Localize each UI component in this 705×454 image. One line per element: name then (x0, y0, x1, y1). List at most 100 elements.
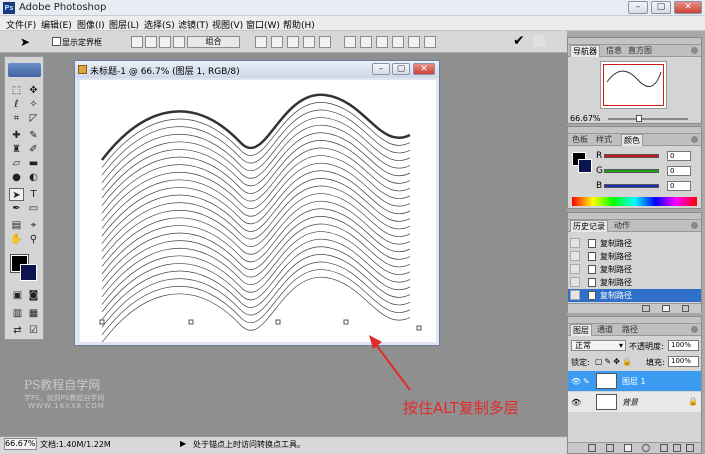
tab-histogram[interactable]: 直方图 (626, 45, 654, 57)
standard-mode-icon[interactable]: ▣ (10, 289, 25, 302)
tab-history[interactable]: 历史记录 (570, 220, 608, 232)
maximize-button[interactable]: ▢ (651, 1, 671, 14)
distribute-6-icon[interactable] (424, 36, 436, 48)
history-item-selected[interactable]: 复制路径 (568, 289, 701, 302)
history-snapshot-box[interactable] (570, 290, 580, 300)
doc-minimize-button[interactable]: – (372, 63, 390, 75)
align-vcenter-icon[interactable] (271, 36, 283, 48)
layer-row-selected[interactable]: 👁 ✎ 图层 1 (568, 371, 701, 391)
trash-icon[interactable] (682, 305, 689, 312)
path-intersect-icon[interactable] (159, 36, 171, 48)
history-item[interactable]: 复制路径 (568, 237, 701, 250)
new-layer-icon[interactable] (673, 444, 681, 452)
screen-mode-icon[interactable]: ▥ (10, 307, 25, 320)
path-subtract-icon[interactable] (145, 36, 157, 48)
brushes-icon[interactable] (533, 35, 545, 47)
menu-view[interactable]: 视图(V) (212, 18, 243, 31)
layer-name[interactable]: 图层 1 (622, 376, 646, 387)
panel-menu-icon[interactable] (691, 222, 698, 229)
shape-tool-icon[interactable]: ▭ (26, 202, 41, 215)
brush-tool-icon[interactable]: ✎ (26, 129, 41, 142)
type-tool-icon[interactable]: T (26, 188, 41, 201)
layer-row[interactable]: 👁 背景 🔒 (568, 392, 701, 412)
eyedropper-icon[interactable]: ⌖ (26, 219, 41, 232)
menu-edit[interactable]: 编辑(E) (41, 18, 72, 31)
lock-icons[interactable]: ▢✎✥🔒 (595, 357, 634, 366)
tab-paths[interactable]: 路径 (620, 324, 640, 336)
new-snapshot-icon[interactable] (662, 305, 670, 312)
color-spectrum-bar[interactable] (572, 197, 697, 206)
move-tool-icon[interactable]: ✥ (26, 84, 41, 97)
align-hcenter-icon[interactable] (319, 36, 331, 48)
tab-info[interactable]: 信息 (604, 45, 624, 57)
zoom-tool-icon[interactable]: ⚲ (26, 233, 41, 246)
tab-swatches[interactable]: 色板 (570, 134, 590, 146)
channel-g-value[interactable]: 0 (667, 166, 691, 176)
slice-tool-icon[interactable]: ◸ (26, 112, 41, 125)
channel-g-slider[interactable] (604, 169, 659, 173)
history-item[interactable]: 复制路径 (568, 263, 701, 276)
eye-icon[interactable]: 👁 (571, 398, 581, 407)
zoom-slider[interactable] (608, 118, 688, 120)
dodge-tool-icon[interactable]: ◐ (26, 171, 41, 184)
path-exclude-icon[interactable] (173, 36, 185, 48)
tab-actions[interactable]: 动作 (612, 220, 632, 232)
marquee-tool-icon[interactable]: ⬚ (9, 84, 24, 97)
panel-menu-icon[interactable] (691, 326, 698, 333)
link-layers-icon[interactable] (588, 444, 596, 452)
menu-file[interactable]: 文件(F) (6, 18, 36, 31)
commit-check-icon[interactable]: ✔ (513, 33, 525, 49)
history-snapshot-box[interactable] (570, 264, 580, 274)
zoom-slider-thumb[interactable] (636, 115, 642, 122)
align-top-icon[interactable] (255, 36, 267, 48)
delete-layer-icon[interactable] (686, 444, 694, 452)
channel-b-value[interactable]: 0 (667, 181, 691, 191)
combine-button[interactable]: 组合 (187, 36, 240, 48)
tab-navigator[interactable]: 导航器 (570, 45, 600, 57)
anchor-point[interactable] (99, 319, 105, 325)
notes-tool-icon[interactable]: ▤ (9, 219, 24, 232)
menu-window[interactable]: 窗口(W) (246, 18, 280, 31)
history-snapshot-box[interactable] (570, 277, 580, 287)
history-snapshot-box[interactable] (570, 251, 580, 261)
distribute-5-icon[interactable] (408, 36, 420, 48)
status-zoom[interactable]: 66.67% (4, 438, 37, 450)
opacity-value[interactable]: 100% (668, 340, 699, 351)
path-add-icon[interactable] (131, 36, 143, 48)
channel-r-value[interactable]: 0 (667, 151, 691, 161)
adjustment-layer-icon[interactable] (642, 444, 650, 452)
eye-icon[interactable]: 👁 (571, 377, 581, 386)
blur-tool-icon[interactable]: ● (9, 171, 24, 184)
anchor-point[interactable] (416, 325, 422, 331)
tab-color[interactable]: 颜色 (621, 134, 643, 146)
panel-menu-icon[interactable] (691, 136, 698, 143)
show-bbox-checkbox[interactable] (52, 37, 61, 46)
play-icon[interactable]: ▶ (180, 439, 186, 448)
layer-name[interactable]: 背景 (622, 397, 638, 408)
navigator-thumbnail[interactable] (600, 61, 667, 109)
menu-layer[interactable]: 图层(L) (109, 18, 139, 31)
magic-wand-icon[interactable]: ✧ (26, 98, 41, 111)
imageready-icon[interactable]: ⇄ (10, 324, 25, 337)
brush-link-icon[interactable]: ✎ (583, 377, 590, 386)
history-item[interactable]: 复制路径 (568, 276, 701, 289)
menu-select[interactable]: 选择(S) (144, 18, 175, 31)
menu-help[interactable]: 帮助(H) (283, 18, 315, 31)
history-item[interactable]: 复制路径 (568, 250, 701, 263)
new-document-icon[interactable] (642, 305, 650, 312)
blend-mode-select[interactable]: 正常 ▾ (571, 340, 626, 351)
new-group-icon[interactable] (660, 444, 668, 452)
doc-close-button[interactable]: ✕ (413, 63, 435, 75)
tab-channels[interactable]: 通道 (595, 324, 615, 336)
quick-mask-icon[interactable]: ◙ (26, 289, 41, 302)
healing-brush-icon[interactable]: ✚ (9, 129, 24, 142)
anchor-point[interactable] (188, 319, 194, 325)
menu-image[interactable]: 图像(I) (77, 18, 105, 31)
background-color-swatch[interactable] (20, 264, 37, 281)
minimize-button[interactable]: – (628, 1, 648, 14)
canvas[interactable] (80, 80, 436, 343)
menu-filter[interactable]: 滤镜(T) (178, 18, 209, 31)
distribute-3-icon[interactable] (376, 36, 388, 48)
tab-layers[interactable]: 图层 (570, 324, 592, 336)
bg-color-chip[interactable] (578, 159, 592, 173)
